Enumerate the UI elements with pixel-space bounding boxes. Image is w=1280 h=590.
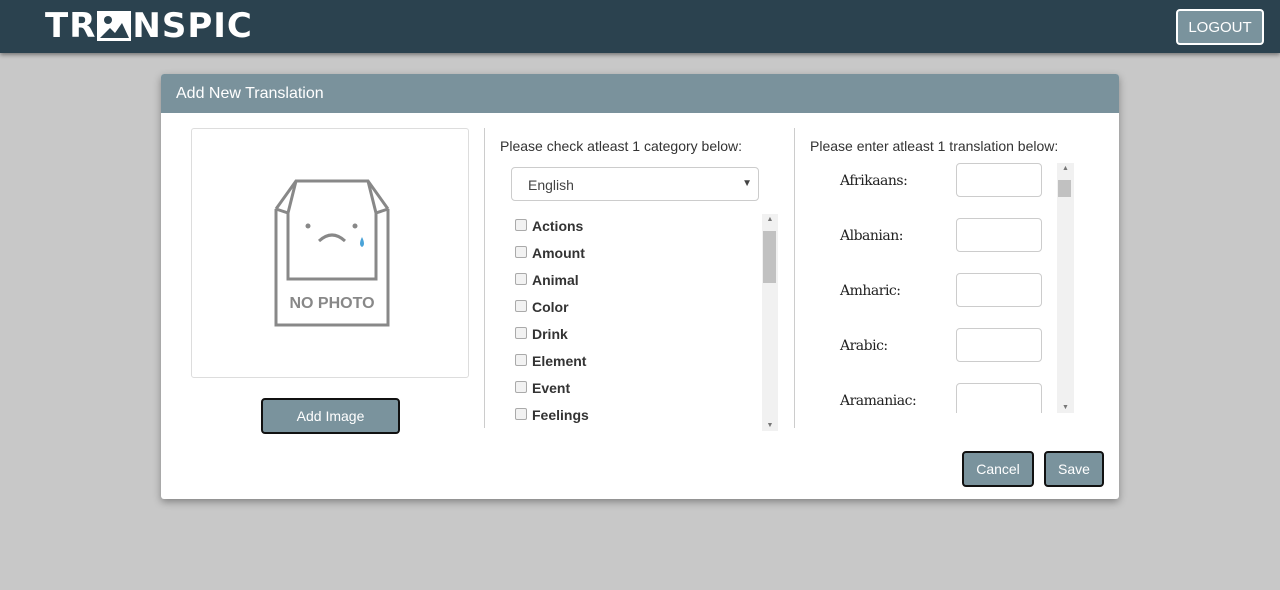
checkbox[interactable]: [515, 299, 527, 312]
add-translation-modal: Add New Translation NO PHOTO Add Image P…: [161, 74, 1119, 499]
checkbox[interactable]: [515, 272, 527, 285]
category-label: Actions: [532, 218, 584, 234]
language-select[interactable]: English ▼: [511, 167, 759, 201]
modal-title: Add New Translation: [161, 74, 1119, 113]
checkbox[interactable]: [515, 353, 527, 366]
translation-input[interactable]: [956, 163, 1042, 197]
language-select-value: English: [528, 177, 574, 193]
divider: [484, 128, 485, 428]
language-label: Amharic:: [840, 283, 901, 299]
language-label: Albanian:: [840, 228, 903, 244]
logo-text-start: TR: [45, 6, 97, 46]
category-item[interactable]: Feelings: [515, 407, 589, 423]
category-item[interactable]: Event: [515, 380, 570, 396]
category-item[interactable]: Actions: [515, 218, 583, 234]
category-item[interactable]: Amount: [515, 245, 585, 261]
language-label: Arabic:: [840, 338, 888, 354]
cancel-button[interactable]: Cancel: [962, 451, 1034, 487]
category-label: Event: [532, 380, 571, 396]
checkbox[interactable]: [515, 326, 527, 339]
translation-input[interactable]: [956, 273, 1042, 307]
logo[interactable]: TR NSPIC: [45, 6, 253, 46]
translation-row: Albanian:: [795, 218, 1055, 252]
category-label: Drink: [532, 326, 568, 342]
category-prompt: Please check atleast 1 category below:: [500, 138, 743, 154]
translation-row: Amharic:: [795, 273, 1055, 307]
translation-input[interactable]: [956, 218, 1042, 252]
category-item[interactable]: Drink: [515, 326, 568, 342]
checkbox[interactable]: [515, 407, 527, 420]
scroll-down-icon[interactable]: ▼: [762, 422, 778, 429]
translation-row: Aramaniac:: [795, 383, 1055, 413]
language-label: Aramaniac:: [840, 393, 917, 409]
category-item[interactable]: Element: [515, 353, 586, 369]
navbar: TR NSPIC LOGOUT: [0, 0, 1280, 53]
category-item[interactable]: Color: [515, 299, 569, 315]
scroll-thumb[interactable]: [1058, 180, 1071, 197]
language-label: Afrikaans:: [840, 173, 908, 189]
translation-list: Afrikaans: Albanian: Amharic: Arabic: Ar…: [795, 163, 1085, 413]
logout-button[interactable]: LOGOUT: [1176, 9, 1264, 45]
translation-row: Afrikaans:: [795, 163, 1055, 197]
category-label: Feelings: [532, 407, 589, 423]
image-preview: NO PHOTO: [191, 128, 469, 378]
scroll-up-icon[interactable]: ▲: [762, 216, 778, 223]
translation-input[interactable]: [956, 328, 1042, 362]
category-label: Color: [532, 299, 569, 315]
translation-scrollbar[interactable]: ▲ ▼: [1057, 163, 1074, 413]
save-button[interactable]: Save: [1044, 451, 1104, 487]
category-item[interactable]: Animal: [515, 272, 579, 288]
category-scrollbar[interactable]: ▲ ▼: [762, 214, 778, 431]
svg-text:NO PHOTO: NO PHOTO: [289, 295, 374, 312]
chevron-down-icon: ▼: [742, 178, 752, 189]
image-icon: [97, 11, 132, 41]
category-list: Actions Amount Animal Color Drink Elemen…: [510, 214, 778, 431]
category-label: Amount: [532, 245, 585, 261]
checkbox[interactable]: [515, 245, 527, 258]
scroll-thumb[interactable]: [763, 231, 776, 283]
category-label: Animal: [532, 272, 579, 288]
checkbox[interactable]: [515, 218, 527, 231]
scroll-up-icon[interactable]: ▲: [1057, 165, 1074, 172]
add-image-button[interactable]: Add Image: [261, 398, 400, 434]
logo-text-end: NSPIC: [132, 6, 253, 46]
checkbox[interactable]: [515, 380, 527, 393]
category-label: Element: [532, 353, 587, 369]
translation-prompt: Please enter atleast 1 translation below…: [810, 138, 1059, 154]
no-photo-icon: NO PHOTO: [274, 179, 390, 327]
scroll-down-icon[interactable]: ▼: [1057, 404, 1074, 411]
translation-input[interactable]: [956, 383, 1042, 413]
translation-row: Arabic:: [795, 328, 1055, 362]
